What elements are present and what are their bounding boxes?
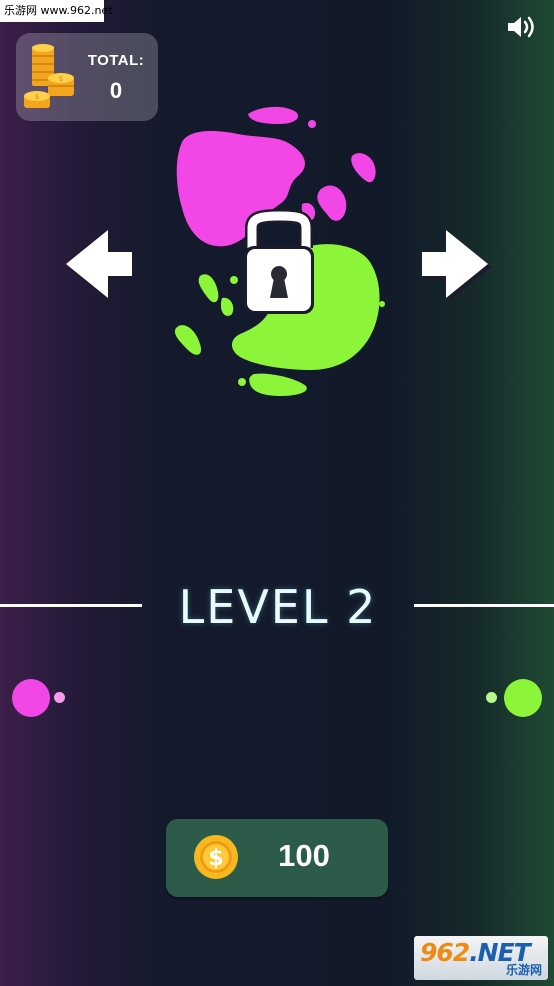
padlock-icon xyxy=(244,208,314,314)
arrow-right-icon[interactable] xyxy=(420,228,492,300)
svg-text:$: $ xyxy=(59,75,63,83)
coin-stack-icon: $ $ xyxy=(24,44,74,108)
total-value: 0 xyxy=(109,78,123,103)
watermark-bottom: 962.NET 乐游网 xyxy=(414,936,548,980)
unlock-price: 100 xyxy=(278,838,330,873)
svg-text:$: $ xyxy=(35,93,39,101)
pink-trail-dot xyxy=(54,692,65,703)
level-title: LEVEL 2 xyxy=(178,580,378,634)
level-divider-left xyxy=(0,604,142,607)
speaker-icon[interactable] xyxy=(506,14,538,40)
arrow-left-icon[interactable] xyxy=(62,228,134,300)
pink-player-dot xyxy=(12,679,50,717)
green-trail-dot xyxy=(486,692,497,703)
svg-text:$: $ xyxy=(208,846,223,871)
green-player-dot xyxy=(504,679,542,717)
pink-splat xyxy=(176,106,376,247)
level-divider-right xyxy=(414,604,554,607)
total-label: TOTAL: xyxy=(87,52,145,69)
watermark-bottom-main: 962 xyxy=(420,938,470,967)
paint-splat-preview xyxy=(174,106,385,396)
watermark-top: 乐游网 www.962.net xyxy=(0,0,113,22)
dollar-coin-icon: $ xyxy=(194,835,238,879)
watermark-bottom-sub: 乐游网 xyxy=(505,963,542,977)
